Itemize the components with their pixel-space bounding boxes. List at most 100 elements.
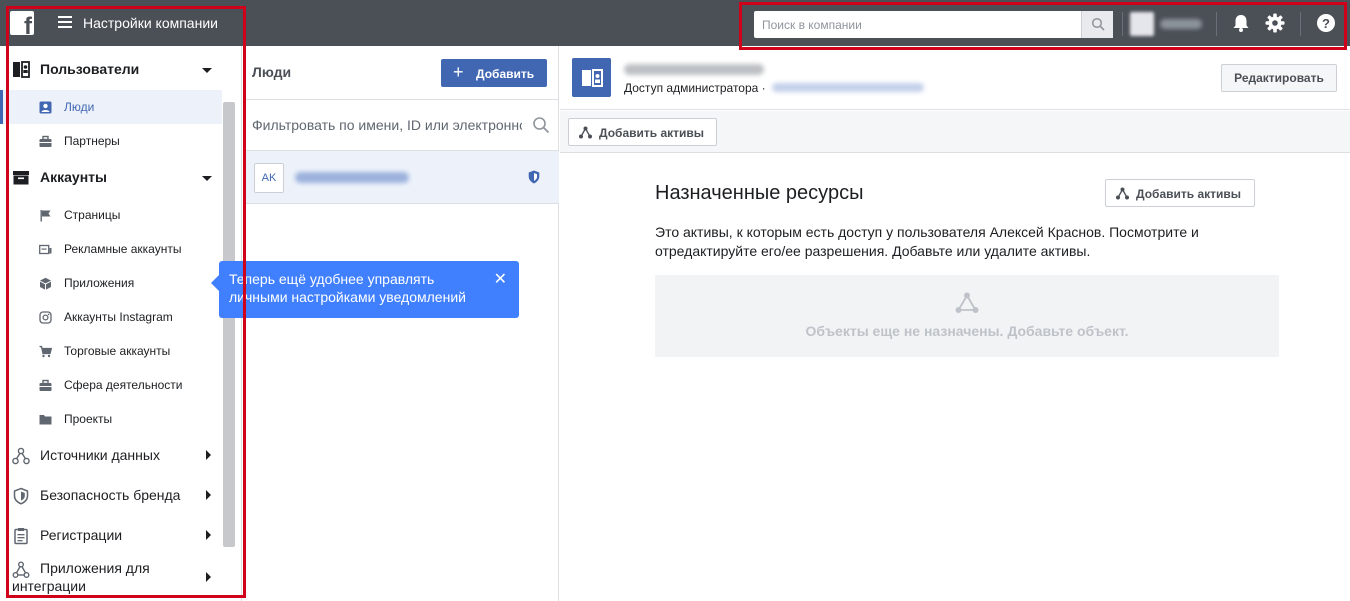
people-panel-title: Люди <box>252 64 292 80</box>
chevron-down-icon <box>202 176 212 181</box>
person-detail-header: Доступ администратора · Редактировать <box>560 46 1350 110</box>
integration-icon <box>12 561 30 578</box>
data-sources-icon <box>12 447 30 465</box>
sidebar-item-label: Партнеры <box>64 134 120 148</box>
header-divider <box>1216 12 1217 36</box>
sidebar-item-label: Приложения <box>64 276 135 290</box>
sidebar-scrollbar[interactable] <box>223 102 235 547</box>
search-icon[interactable] <box>532 116 550 134</box>
person-initials-avatar: AK <box>254 163 284 193</box>
briefcase-icon <box>39 135 52 147</box>
sidebar-item-label: Сфера деятельности <box>64 378 183 392</box>
users-icon <box>13 61 30 78</box>
add-person-button[interactable]: + Добавить <box>441 59 547 87</box>
sidebar-item-label: Рекламные аккаунты <box>64 242 182 256</box>
cart-icon <box>39 345 52 358</box>
user-name-redacted <box>624 64 764 75</box>
sidebar-item-ad-accounts[interactable]: Рекламные аккаунты <box>0 232 222 266</box>
edit-button[interactable]: Редактировать <box>1221 64 1337 92</box>
accounts-icon <box>13 171 29 185</box>
assets-toolbar: Добавить активы <box>560 111 1350 153</box>
sidebar-section-label: Приложения для <box>40 560 150 576</box>
chevron-down-icon <box>202 68 212 73</box>
cube-icon <box>40 277 51 290</box>
assets-icon <box>955 292 979 313</box>
clipboard-icon <box>14 528 28 545</box>
account-avatar[interactable] <box>1130 12 1204 36</box>
chevron-right-icon <box>206 490 211 500</box>
company-search-input[interactable] <box>754 11 1081 38</box>
sidebar-section-brand-safety[interactable]: Безопасность бренда <box>0 478 222 514</box>
people-filter <box>243 99 559 151</box>
sidebar-item-label: Проекты <box>64 412 113 426</box>
header-divider <box>1300 12 1301 36</box>
admin-shield-icon <box>528 170 540 184</box>
sidebar-item-instagram-accounts[interactable]: Аккаунты Instagram <box>0 300 222 334</box>
sidebar-section-label: Источники данных <box>40 447 160 463</box>
sidebar-item-label: Страницы <box>64 208 121 222</box>
notification-tooltip: Теперь ещё удобнее управлять личными нас… <box>211 261 519 318</box>
empty-assets-text: Объекты еще не назначены. Добавьте объек… <box>805 323 1129 339</box>
sidebar-section-label: интеграции <box>12 578 86 594</box>
briefcase-icon <box>39 379 52 391</box>
sidebar-section-registrations[interactable]: Регистрации <box>0 518 222 554</box>
sidebar-item-people[interactable]: Люди <box>0 90 222 124</box>
ad-account-icon <box>39 244 52 255</box>
sidebar-section-integrations[interactable]: Приложения для интеграции <box>0 558 222 598</box>
add-assets-toolbar-button[interactable]: Добавить активы <box>568 118 717 146</box>
sidebar-section-accounts[interactable]: Аккаунты <box>0 160 222 196</box>
sidebar: Пользователи Люди Партнеры Аккаунты Стра… <box>0 46 242 601</box>
people-panel: Люди + Добавить AK <box>243 46 559 601</box>
tooltip-text: Теперь ещё удобнее управлять личными нас… <box>229 271 466 305</box>
help-icon[interactable]: ? <box>1316 13 1336 33</box>
access-level: Доступ администратора · <box>624 81 766 95</box>
menu-icon[interactable] <box>58 16 72 28</box>
person-icon <box>39 101 52 114</box>
header-divider <box>1122 12 1123 36</box>
flag-icon <box>40 210 51 222</box>
people-filter-input[interactable] <box>252 115 522 135</box>
person-detail-panel: Доступ администратора · Редактировать До… <box>560 46 1350 601</box>
close-icon[interactable]: ✕ <box>494 271 507 289</box>
add-assets-button[interactable]: Добавить активы <box>1105 179 1255 207</box>
facebook-logo-icon[interactable]: f <box>10 11 34 35</box>
chevron-right-icon <box>206 572 211 582</box>
search-button[interactable] <box>1081 11 1113 38</box>
sidebar-item-business-field[interactable]: Сфера деятельности <box>0 368 222 402</box>
search-icon <box>1091 17 1105 31</box>
plus-icon: + <box>453 62 464 82</box>
person-row[interactable]: AK <box>243 151 559 204</box>
instagram-icon <box>39 311 52 324</box>
sidebar-item-pages[interactable]: Страницы <box>0 198 222 232</box>
user-profile-icon <box>572 58 611 97</box>
chevron-right-icon <box>206 530 211 540</box>
sidebar-section-label: Пользователи <box>40 61 140 77</box>
chevron-right-icon <box>206 450 211 460</box>
sidebar-item-commerce-accounts[interactable]: Торговые аккаунты <box>0 334 222 368</box>
person-name-redacted <box>295 172 409 183</box>
add-assets-label: Добавить активы <box>1136 187 1242 201</box>
company-search <box>754 11 1113 38</box>
sidebar-section-data-sources[interactable]: Источники данных <box>0 438 222 474</box>
add-assets-label: Добавить активы <box>599 126 705 140</box>
sidebar-item-label: Торговые аккаунты <box>64 344 171 358</box>
sidebar-item-projects[interactable]: Проекты <box>0 402 222 436</box>
sidebar-item-partners[interactable]: Партнеры <box>0 124 222 158</box>
assigned-resources-description: Это активы, к которым есть доступ у поль… <box>655 224 1199 259</box>
sidebar-item-label: Люди <box>64 100 95 114</box>
bell-icon[interactable] <box>1230 12 1252 34</box>
folder-icon <box>39 415 52 425</box>
assigned-resources-title: Назначенные ресурсы <box>655 182 864 204</box>
gear-icon[interactable] <box>1264 12 1286 34</box>
logo-letter: f <box>24 13 32 36</box>
user-email-redacted <box>772 83 924 92</box>
empty-assets-placeholder: Объекты еще не назначены. Добавьте объек… <box>655 275 1279 357</box>
shield-icon <box>13 487 29 505</box>
sidebar-section-label: Аккаунты <box>40 169 107 185</box>
assets-icon <box>1116 187 1129 200</box>
sidebar-section-users[interactable]: Пользователи <box>0 52 222 88</box>
add-person-label: Добавить <box>476 67 535 81</box>
svg-text:?: ? <box>1322 16 1330 31</box>
sidebar-item-apps[interactable]: Приложения <box>0 266 222 300</box>
sidebar-section-label: Безопасность бренда <box>40 487 181 503</box>
